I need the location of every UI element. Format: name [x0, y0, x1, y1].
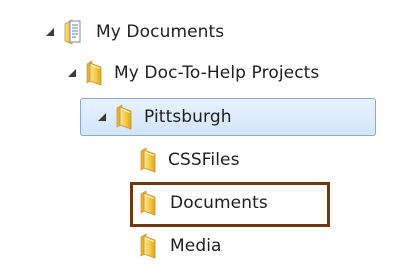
tree-node-pittsburgh[interactable]: Pittsburgh	[96, 100, 232, 134]
tree-node-label: Pittsburgh	[144, 107, 232, 127]
document-folder-icon	[64, 19, 82, 45]
tree-node-my-doc-to-help-projects[interactable]: My Doc-To-Help Projects	[66, 56, 319, 90]
tree-node-my-documents[interactable]: My Documents	[44, 15, 224, 49]
tree-node-label: CSSFiles	[168, 150, 240, 170]
folder-icon	[140, 147, 156, 173]
folder-icon	[116, 104, 132, 130]
callout-frame	[130, 182, 330, 227]
tree-node-label: My Documents	[96, 22, 225, 42]
expand-arrow-icon[interactable]	[66, 67, 78, 79]
expand-arrow-icon[interactable]	[44, 26, 56, 38]
tree-node-media[interactable]: Media	[140, 229, 222, 263]
folder-icon	[86, 60, 102, 86]
tree-node-cssfiles[interactable]: CSSFiles	[140, 143, 240, 177]
tree-node-label: Media	[170, 236, 222, 256]
expand-arrow-icon[interactable]	[96, 111, 108, 123]
tree-node-label: My Doc-To-Help Projects	[114, 63, 320, 83]
folder-icon	[140, 233, 156, 259]
